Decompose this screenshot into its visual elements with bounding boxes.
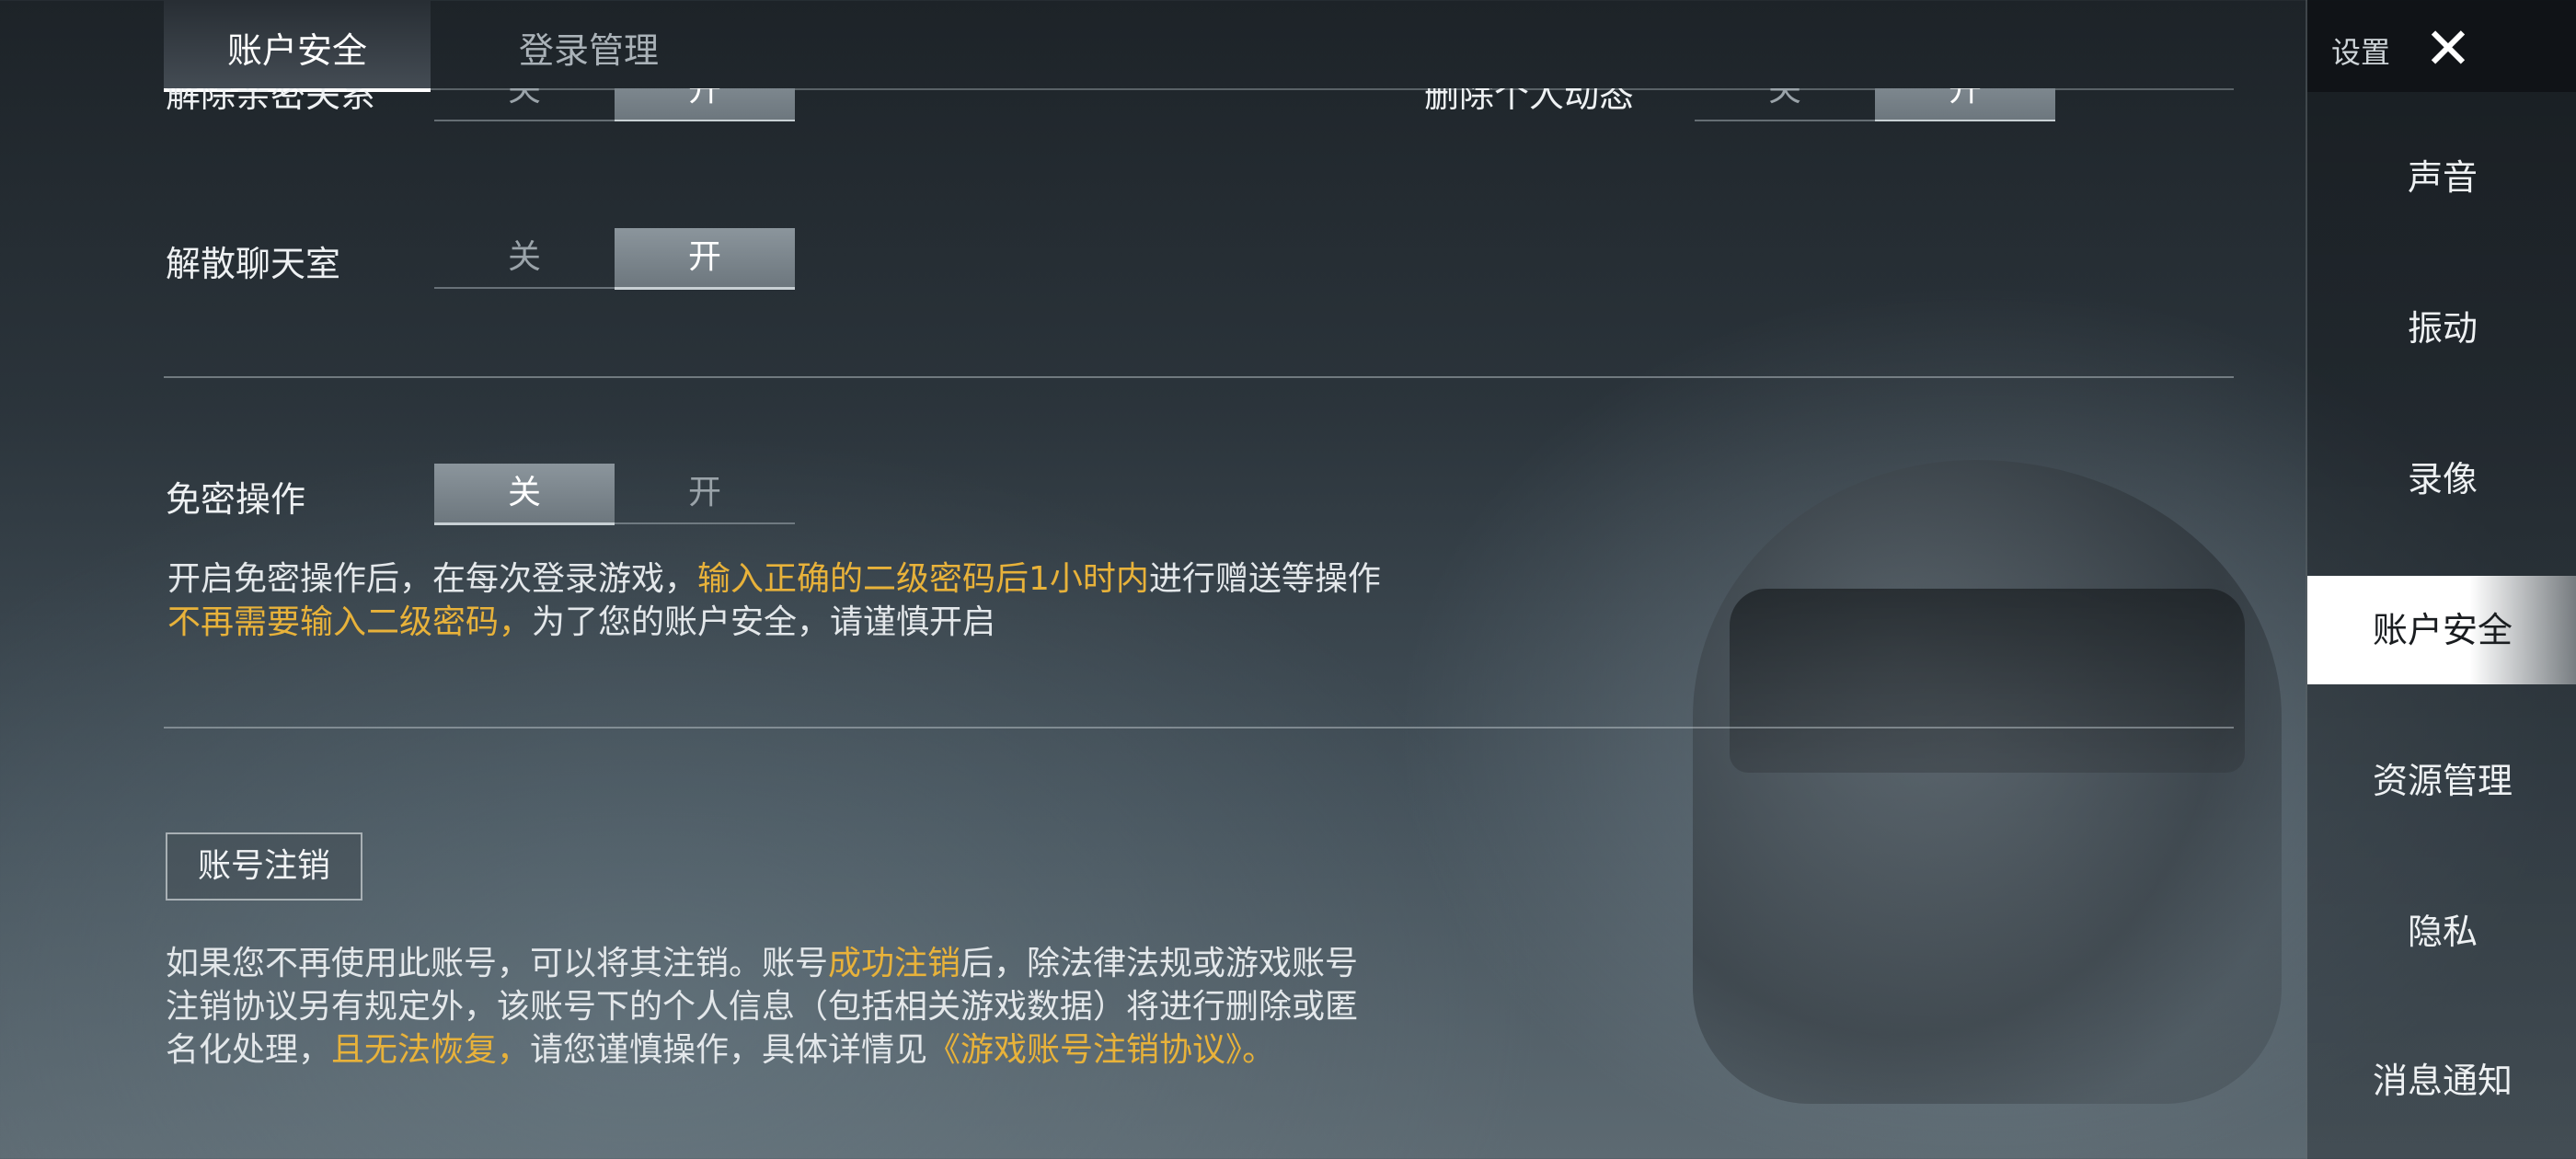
- sidebar-item-vibration[interactable]: 振动: [2307, 274, 2576, 383]
- background-helmet-art: [1693, 460, 2282, 1104]
- toggle-on-option[interactable]: 开: [615, 464, 795, 524]
- desc-highlight: 且无法恢复，: [331, 1031, 531, 1069]
- sidebar-item-notifications[interactable]: 消息通知: [2307, 1027, 2576, 1135]
- desc-text: 进行赠送等操作: [1148, 560, 1381, 598]
- desc-text: 为了您的账户安全，请谨慎开启: [532, 603, 996, 641]
- section-divider: [164, 376, 2234, 378]
- desc-highlight: 不再需要输入二级密码，: [167, 603, 533, 641]
- cancel-agreement-link[interactable]: 《游戏账号注销协议》: [927, 1031, 1242, 1069]
- desc-text: 请您谨慎操作，具体详情见: [530, 1031, 928, 1069]
- desc-highlight: 输入正确的二级密码后1小时内: [697, 560, 1149, 598]
- toggle-off-option[interactable]: 关: [434, 228, 615, 289]
- dissolve-chat-toggle[interactable]: 关 开: [434, 228, 795, 290]
- close-icon[interactable]: ✕: [2416, 20, 2480, 77]
- sidebar-header: 设置 ✕: [2307, 0, 2576, 92]
- sidebar-item-resource-management[interactable]: 资源管理: [2307, 727, 2576, 835]
- desc-highlight: 。: [1242, 1031, 1276, 1069]
- desc-text: 注销协议另有规定外，该账号下的个人信息（包括相关游戏数据）将进行删除或匿: [166, 988, 1359, 1026]
- tab-login-management[interactable]: 登录管理: [451, 0, 727, 88]
- password-free-description: 开启免密操作后，在每次登录游戏，输入正确的二级密码后1小时内进行赠送等操作 不再…: [167, 557, 1381, 644]
- password-free-toggle[interactable]: 关 开: [434, 464, 795, 525]
- sidebar-item-account-security[interactable]: 账户安全: [2307, 576, 2576, 684]
- sidebar-item-recording[interactable]: 录像: [2307, 425, 2576, 534]
- password-free-label: 免密操作: [166, 479, 306, 520]
- desc-text: 如果您不再使用此账号，可以将其注销。账号: [166, 945, 829, 982]
- desc-text: 后，除法律法规或游戏账号: [960, 945, 1359, 982]
- desc-text: 开启免密操作后，在每次登录游戏，: [167, 560, 698, 598]
- section-divider: [164, 727, 2234, 729]
- helmet-visor: [1730, 589, 2245, 773]
- account-cancel-button[interactable]: 账号注销: [166, 832, 362, 901]
- top-tab-bar: 账户安全 登录管理: [164, 0, 2234, 92]
- toggle-on-option[interactable]: 开: [615, 228, 795, 290]
- desc-text: 名化处理，: [166, 1031, 332, 1069]
- dissolve-chat-label: 解散聊天室: [166, 244, 341, 284]
- sidebar-item-privacy[interactable]: 隐私: [2307, 878, 2576, 986]
- sidebar-item-sound[interactable]: 声音: [2307, 123, 2576, 232]
- desc-highlight: 成功注销: [828, 945, 961, 982]
- account-cancel-description: 如果您不再使用此账号，可以将其注销。账号成功注销后，除法律法规或游戏账号 注销协…: [166, 942, 1358, 1072]
- tab-account-security[interactable]: 账户安全: [164, 0, 431, 92]
- settings-sidebar: 设置 ✕ 声音 振动 录像 账户安全 资源管理 隐私 消息通知: [2306, 0, 2576, 1159]
- settings-title: 设置: [2331, 35, 2391, 70]
- toggle-off-option[interactable]: 关: [434, 464, 615, 525]
